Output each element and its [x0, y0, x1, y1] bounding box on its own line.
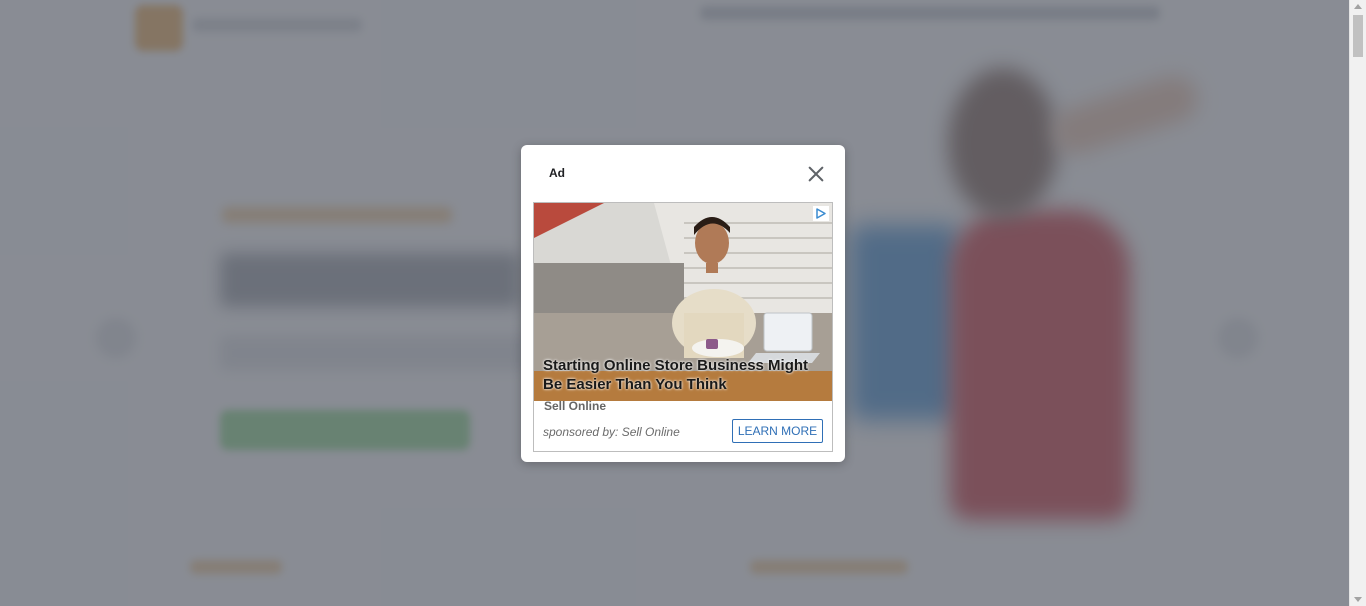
ad-sponsor-text: sponsored by: Sell Online	[543, 425, 680, 439]
scroll-up-arrow-icon[interactable]	[1354, 4, 1362, 9]
learn-more-button[interactable]: LEARN MORE	[732, 419, 823, 443]
adchoices-icon[interactable]	[813, 206, 829, 221]
ad-modal: Ad Starting Online Store Business Might …	[521, 145, 845, 462]
ad-card[interactable]: Starting Online Store Business Might Be …	[533, 202, 833, 452]
ad-headline[interactable]: Starting Online Store Business Might Be …	[543, 356, 825, 394]
ad-brand[interactable]: Sell Online	[544, 399, 606, 413]
page-scrollbar[interactable]	[1349, 0, 1366, 606]
close-icon[interactable]	[805, 163, 827, 185]
scrollbar-thumb[interactable]	[1353, 15, 1363, 57]
modal-title: Ad	[549, 166, 565, 180]
scroll-down-arrow-icon[interactable]	[1354, 597, 1362, 602]
